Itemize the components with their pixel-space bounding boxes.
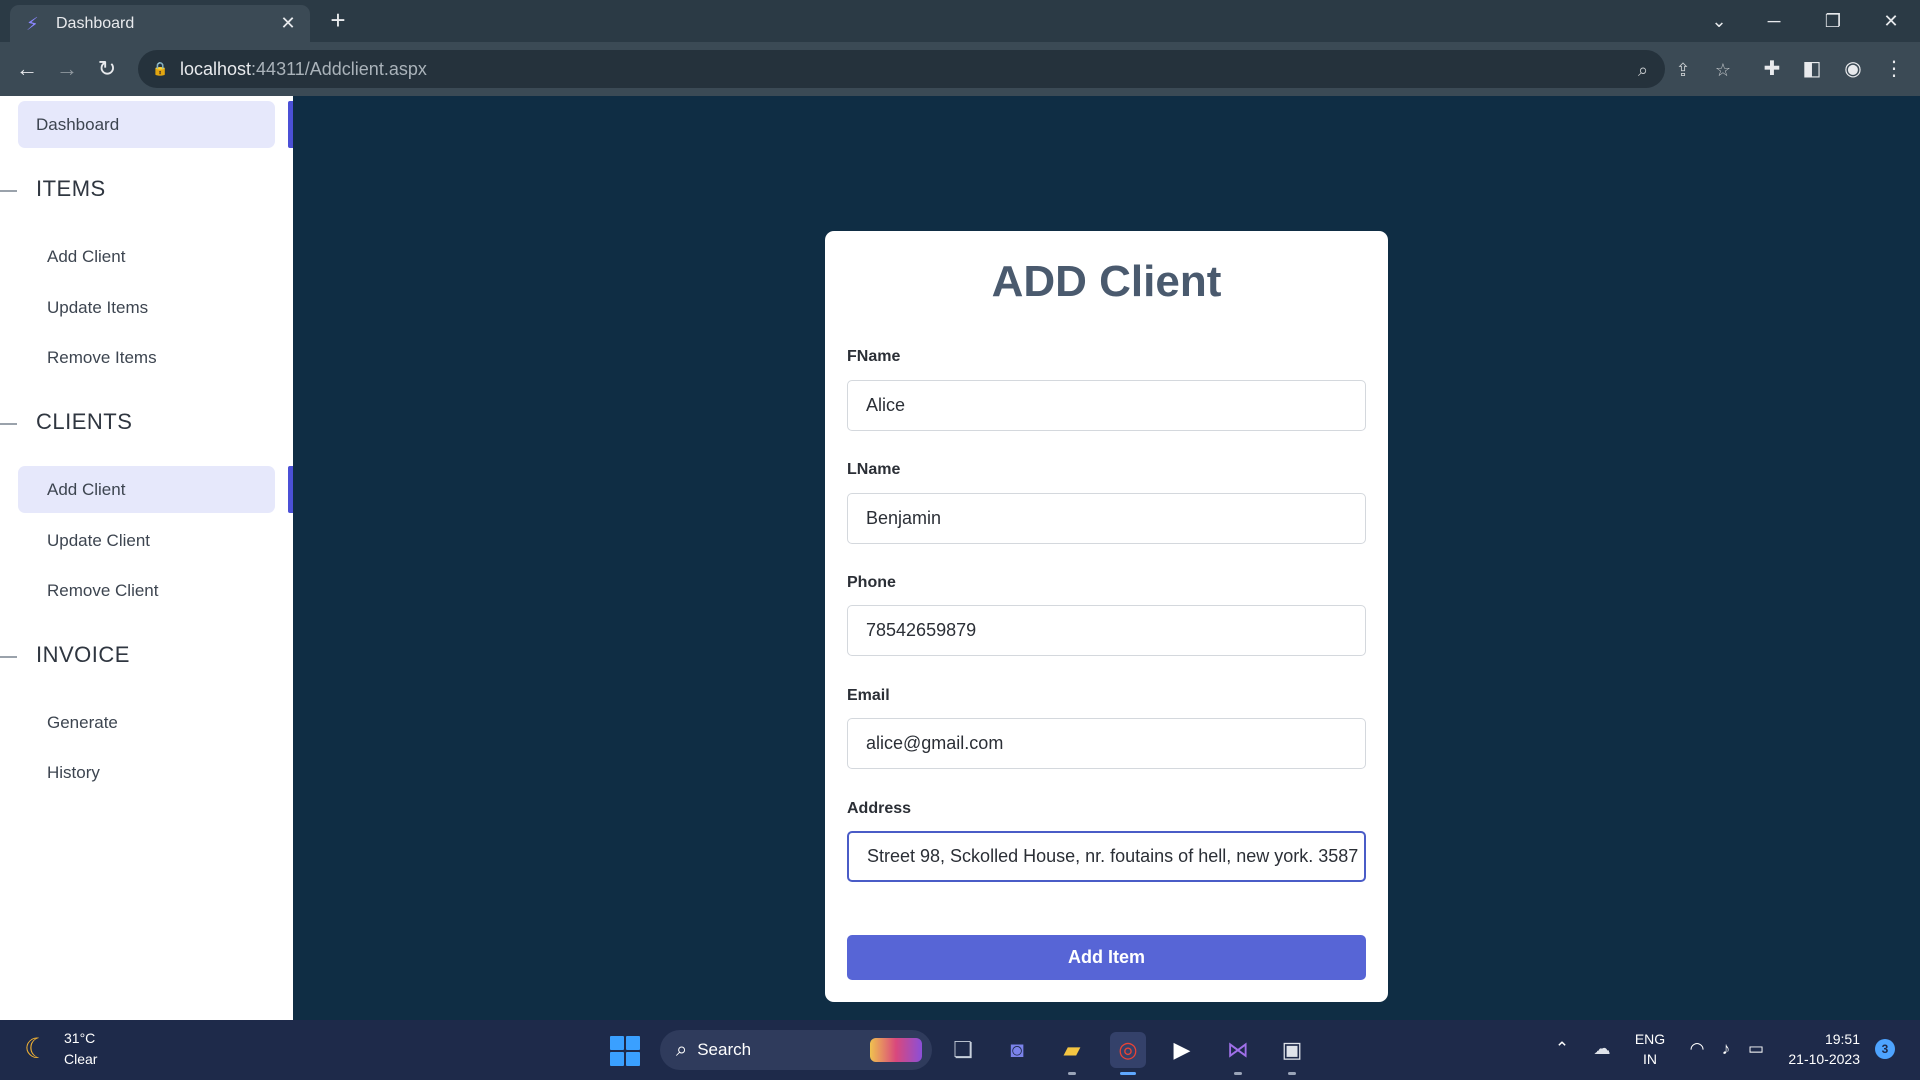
extensions-icon[interactable]: ✚ bbox=[1757, 54, 1787, 84]
phone-label: Phone bbox=[847, 574, 896, 591]
app-running-indicator bbox=[1068, 1072, 1076, 1075]
lname-input[interactable] bbox=[847, 493, 1366, 544]
add-client-card: ADD Client FName LName Phone Email Addre… bbox=[825, 231, 1388, 1002]
email-input[interactable] bbox=[847, 718, 1366, 769]
reload-icon[interactable]: ↻ bbox=[92, 54, 122, 84]
url-host: localhost bbox=[180, 58, 252, 79]
phone-input[interactable] bbox=[847, 605, 1366, 656]
app-running-indicator bbox=[1234, 1072, 1242, 1075]
battery-icon[interactable]: ▭ bbox=[1744, 1036, 1768, 1062]
add-item-button[interactable]: Add Item bbox=[847, 935, 1366, 980]
section-divider bbox=[0, 190, 17, 192]
sidebar-item-remove-client[interactable]: Remove Client bbox=[18, 567, 275, 614]
page-title: ADD Client bbox=[991, 257, 1222, 306]
sidebar-item-history[interactable]: History bbox=[18, 749, 275, 796]
bolt-icon: ⚡ bbox=[26, 13, 39, 34]
volume-icon[interactable]: ♪ bbox=[1714, 1036, 1738, 1062]
email-label: Email bbox=[847, 687, 890, 704]
section-divider bbox=[0, 656, 17, 658]
moon-icon[interactable]: ☾ bbox=[24, 1034, 54, 1064]
search-highlight-art bbox=[870, 1038, 922, 1062]
address-bar[interactable]: 🔒 localhost :44311/Addclient.aspx ⌕ ⇪ ☆ bbox=[138, 50, 1731, 88]
menu-kebab-icon[interactable]: ⋮ bbox=[1879, 54, 1909, 84]
address-label: Address bbox=[847, 800, 912, 817]
language-indicator[interactable]: ENG bbox=[1628, 1031, 1672, 1047]
fname-label: FName bbox=[847, 348, 901, 365]
search-label: Search bbox=[697, 1040, 752, 1059]
taskbar-search[interactable]: ⌕ Search bbox=[660, 1030, 932, 1070]
clock-time[interactable]: 19:51 bbox=[1784, 1031, 1860, 1047]
sidebar-item-generate[interactable]: Generate bbox=[18, 699, 275, 746]
weather-temperature[interactable]: 31°C bbox=[64, 1030, 95, 1046]
bookmark-star-icon[interactable]: ☆ bbox=[1712, 59, 1734, 81]
sidebar-item-update-client[interactable]: Update Client bbox=[18, 517, 275, 564]
address-input[interactable] bbox=[847, 831, 1366, 882]
notification-badge[interactable]: 3 bbox=[1875, 1039, 1895, 1059]
tab-title: Dashboard bbox=[56, 14, 135, 32]
browser-toolbar: ← → ↻ 🔒 localhost :44311/Addclient.aspx … bbox=[0, 42, 1920, 96]
chrome-icon[interactable]: ◎ bbox=[1110, 1032, 1146, 1068]
windows-start-icon[interactable] bbox=[610, 1036, 640, 1066]
zoom-icon[interactable]: ⌕ bbox=[1632, 59, 1654, 81]
fname-input[interactable] bbox=[847, 380, 1366, 431]
browser-tab-bar: ⚡ Dashboard ✕ + ⌄ ─ ❐ ✕ bbox=[0, 0, 1920, 42]
lname-label: LName bbox=[847, 461, 901, 478]
file-explorer-icon[interactable]: ▰ bbox=[1054, 1032, 1090, 1068]
new-tab-button[interactable]: + bbox=[325, 7, 351, 33]
active-indicator bbox=[288, 101, 293, 148]
region-indicator[interactable]: IN bbox=[1628, 1051, 1672, 1067]
wifi-icon[interactable]: ◠ bbox=[1685, 1036, 1709, 1062]
visual-studio-icon[interactable]: ⋈ bbox=[1220, 1032, 1256, 1068]
url-path: :44311/Addclient.aspx bbox=[251, 58, 427, 79]
close-tab-icon[interactable]: ✕ bbox=[278, 13, 298, 34]
sidebar-item-remove-items[interactable]: Remove Items bbox=[18, 334, 275, 381]
weather-condition[interactable]: Clear bbox=[64, 1051, 97, 1067]
task-view-icon[interactable]: ❏ bbox=[945, 1032, 981, 1068]
restore-icon[interactable]: ❐ bbox=[1813, 6, 1853, 36]
taskbar: ☾ 31°C Clear ⌕ Search ❏ ◙ ▰ ◎ ▶ ⋈ ▣ ⌃ ☁ … bbox=[0, 1020, 1920, 1080]
sidebar: Dashboard ITEMS Add Client Update Items … bbox=[0, 96, 293, 1020]
sidebar-item-add-client[interactable]: Add Client bbox=[18, 233, 275, 280]
lock-icon: 🔒 bbox=[152, 61, 169, 76]
app-active-indicator bbox=[1120, 1072, 1136, 1075]
tab-search-icon[interactable]: ⌄ bbox=[1699, 6, 1739, 36]
teams-chat-icon[interactable]: ◙ bbox=[999, 1032, 1035, 1068]
onedrive-warning-icon[interactable]: ☁ bbox=[1590, 1036, 1614, 1062]
section-title-clients: CLIENTS bbox=[36, 409, 133, 434]
back-icon[interactable]: ← bbox=[12, 54, 42, 84]
section-title-invoice: INVOICE bbox=[36, 642, 130, 667]
profile-avatar-icon[interactable]: ◉ bbox=[1838, 54, 1868, 84]
section-title-items: ITEMS bbox=[36, 176, 106, 201]
sidebar-item-add-client-active[interactable]: Add Client bbox=[18, 466, 275, 513]
sidebar-item-update-items[interactable]: Update Items bbox=[18, 284, 275, 331]
sidebar-item-dashboard[interactable]: Dashboard bbox=[18, 101, 275, 148]
forward-icon[interactable]: → bbox=[52, 54, 82, 84]
active-indicator bbox=[288, 466, 293, 513]
share-icon[interactable]: ⇪ bbox=[1672, 59, 1694, 81]
chevron-up-icon[interactable]: ⌃ bbox=[1550, 1036, 1574, 1062]
browser-tab[interactable]: ⚡ Dashboard ✕ bbox=[10, 5, 310, 42]
side-panel-icon[interactable]: ◧ bbox=[1797, 54, 1827, 84]
close-window-icon[interactable]: ✕ bbox=[1871, 6, 1911, 36]
section-divider bbox=[0, 423, 17, 425]
search-icon: ⌕ bbox=[676, 1038, 688, 1061]
app-running-indicator bbox=[1288, 1072, 1296, 1075]
media-player-icon[interactable]: ▶ bbox=[1164, 1032, 1200, 1068]
terminal-icon[interactable]: ▣ bbox=[1274, 1032, 1310, 1068]
minimize-icon[interactable]: ─ bbox=[1754, 6, 1794, 36]
clock-date[interactable]: 21-10-2023 bbox=[1784, 1051, 1860, 1067]
